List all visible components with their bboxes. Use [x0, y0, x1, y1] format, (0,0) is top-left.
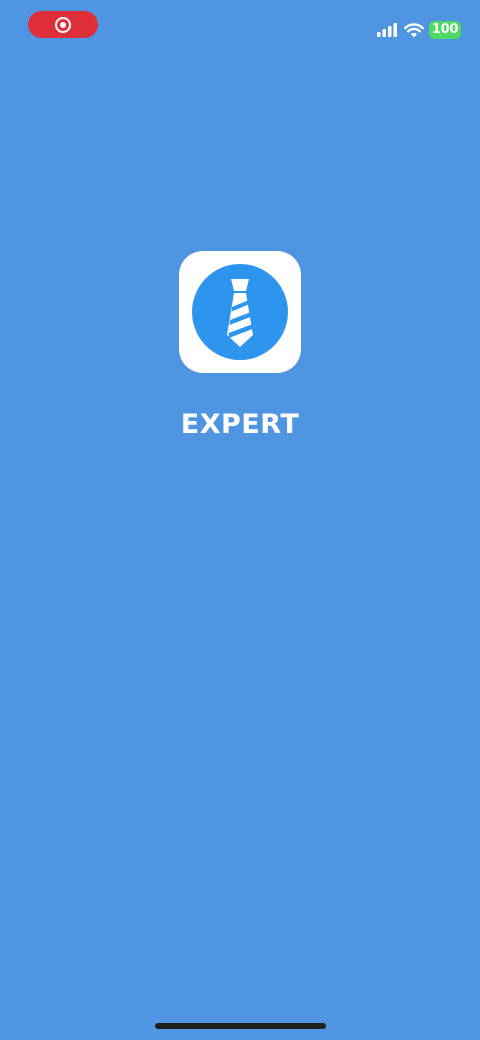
necktie-icon [192, 264, 288, 360]
record-icon [55, 16, 71, 33]
splash-screen: 100 EXPERT [0, 0, 480, 1040]
home-indicator[interactable] [155, 1023, 326, 1029]
cellular-signal-icon [377, 23, 397, 37]
battery-icon: 100 [429, 21, 461, 39]
status-bar-right: 100 [377, 20, 461, 40]
app-logo [179, 251, 301, 373]
app-name: EXPERT [180, 409, 300, 440]
wifi-icon [404, 22, 424, 37]
screen-recording-indicator[interactable] [28, 11, 98, 38]
